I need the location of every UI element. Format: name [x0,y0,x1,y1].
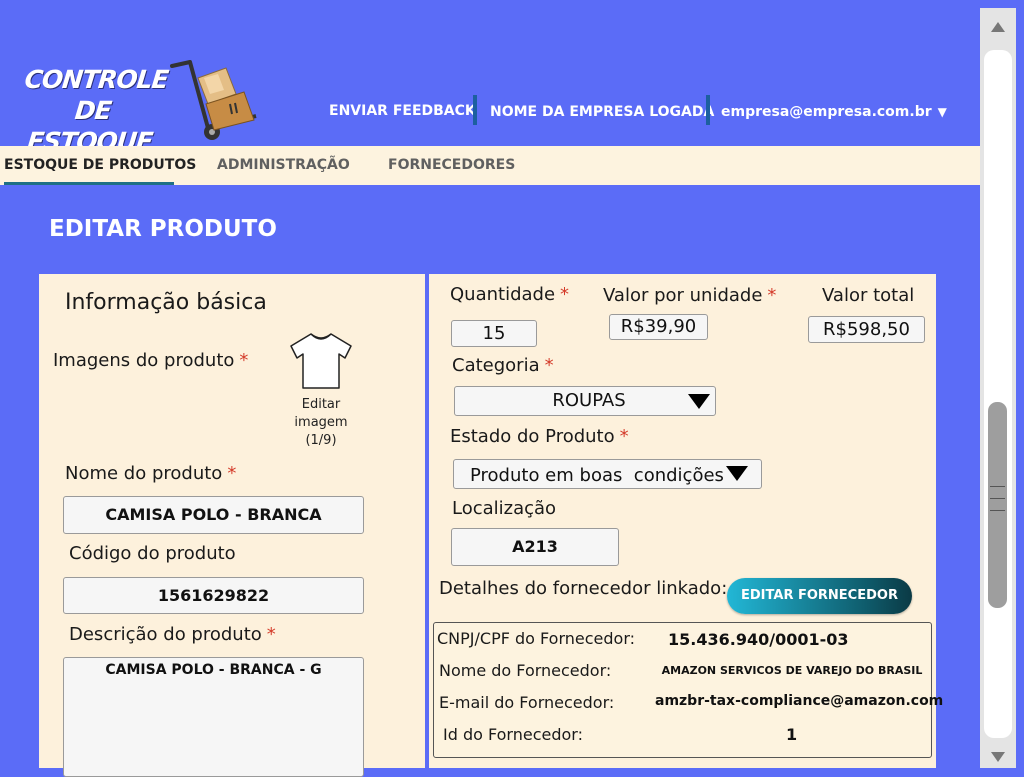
required-mark: * [239,350,249,371]
product-description-textarea[interactable]: CAMISA POLO - BRANCA - G [63,657,364,777]
scrollbar-grip [990,510,1005,511]
chevron-down-icon [688,394,710,409]
supplier-email-value: amzbr-tax-compliance@amazon.com [655,693,944,709]
location-label: Localização [452,498,557,519]
product-description-label: Descrição do produto * [69,624,276,645]
hand-truck-boxes-icon [170,60,257,140]
scrollbar-grip [990,498,1005,499]
active-tab-indicator [4,182,174,185]
supplier-cnpj-value: 15.436.940/0001-03 [668,630,849,649]
required-mark: * [266,624,276,645]
required-mark: * [227,463,237,484]
category-selected-value: ROUPAS [552,390,626,411]
chevron-down-icon [726,466,748,481]
quantity-label: Quantidade * [450,284,570,305]
product-name-label: Nome do produto * [65,463,237,484]
required-mark: * [619,426,629,447]
edit-image-link[interactable]: Editar imagem (1/9) [285,396,357,450]
unit-price-input[interactable]: R$39,90 [609,314,708,340]
user-account-menu[interactable]: empresa@empresa.com.br ▼ [721,104,947,120]
supplier-id-label: Id do Fornecedor: [443,725,583,744]
product-state-select[interactable]: Produto em boas condições [453,459,762,489]
scrollbar-grip [990,486,1005,487]
user-email: empresa@empresa.com.br [721,104,932,120]
location-input[interactable]: A213 [451,528,619,566]
supplier-name-label: Nome do Fornecedor: [439,661,612,680]
scroll-up-icon[interactable] [991,22,1005,32]
company-name: NOME DA EMPRESA LOGADA [490,104,715,120]
unit-price-label: Valor por unidade * [603,285,777,306]
required-mark: * [560,284,570,305]
product-code-label: Código do produto [69,543,236,564]
required-mark: * [544,355,554,376]
app-logo-text: CONTROLE DE ESTOQUE [23,65,170,156]
chevron-down-icon: ▼ [937,105,947,119]
scrollbar-thumb[interactable] [988,402,1007,608]
category-select[interactable]: ROUPAS [454,386,716,416]
product-name-input[interactable]: CAMISA POLO - BRANCA [63,496,364,534]
product-state-label: Estado do Produto * [450,426,629,447]
scroll-down-icon[interactable] [991,752,1005,762]
images-label: Imagens do produto * [53,350,249,371]
supplier-email-label: E-mail do Fornecedor: [439,693,615,712]
total-value-label: Valor total [822,285,915,306]
supplier-details-label: Detalhes do fornecedor linkado: [439,578,728,599]
send-feedback-link[interactable]: ENVIAR FEEDBACK [329,103,476,119]
tab-stock-products[interactable]: ESTOQUE DE PRODUTOS [4,157,196,173]
header-divider [706,95,710,125]
tab-administration[interactable]: ADMINISTRAÇÃO [217,157,350,173]
scrollbar-track [984,50,1012,738]
header-divider [473,95,477,125]
product-state-selected-value: Produto em boas condições [470,465,724,486]
supplier-name-value: AMAZON SERVICOS DE VAREJO DO BRASIL [661,664,923,677]
tshirt-icon[interactable] [289,332,353,390]
category-label: Categoria * [452,355,554,376]
page-title: EDITAR PRODUTO [49,216,277,242]
required-mark: * [767,285,777,306]
supplier-cnpj-label: CNPJ/CPF do Fornecedor: [437,629,636,648]
supplier-id-value: 1 [786,725,798,744]
section-title: Informação básica [65,290,267,315]
edit-supplier-button[interactable]: EDITAR FORNECEDOR [727,578,912,614]
tab-suppliers[interactable]: FORNECEDORES [388,157,515,173]
quantity-input[interactable]: 15 [451,320,537,347]
total-value-output: R$598,50 [808,316,925,343]
product-code-input[interactable]: 1561629822 [63,577,364,614]
